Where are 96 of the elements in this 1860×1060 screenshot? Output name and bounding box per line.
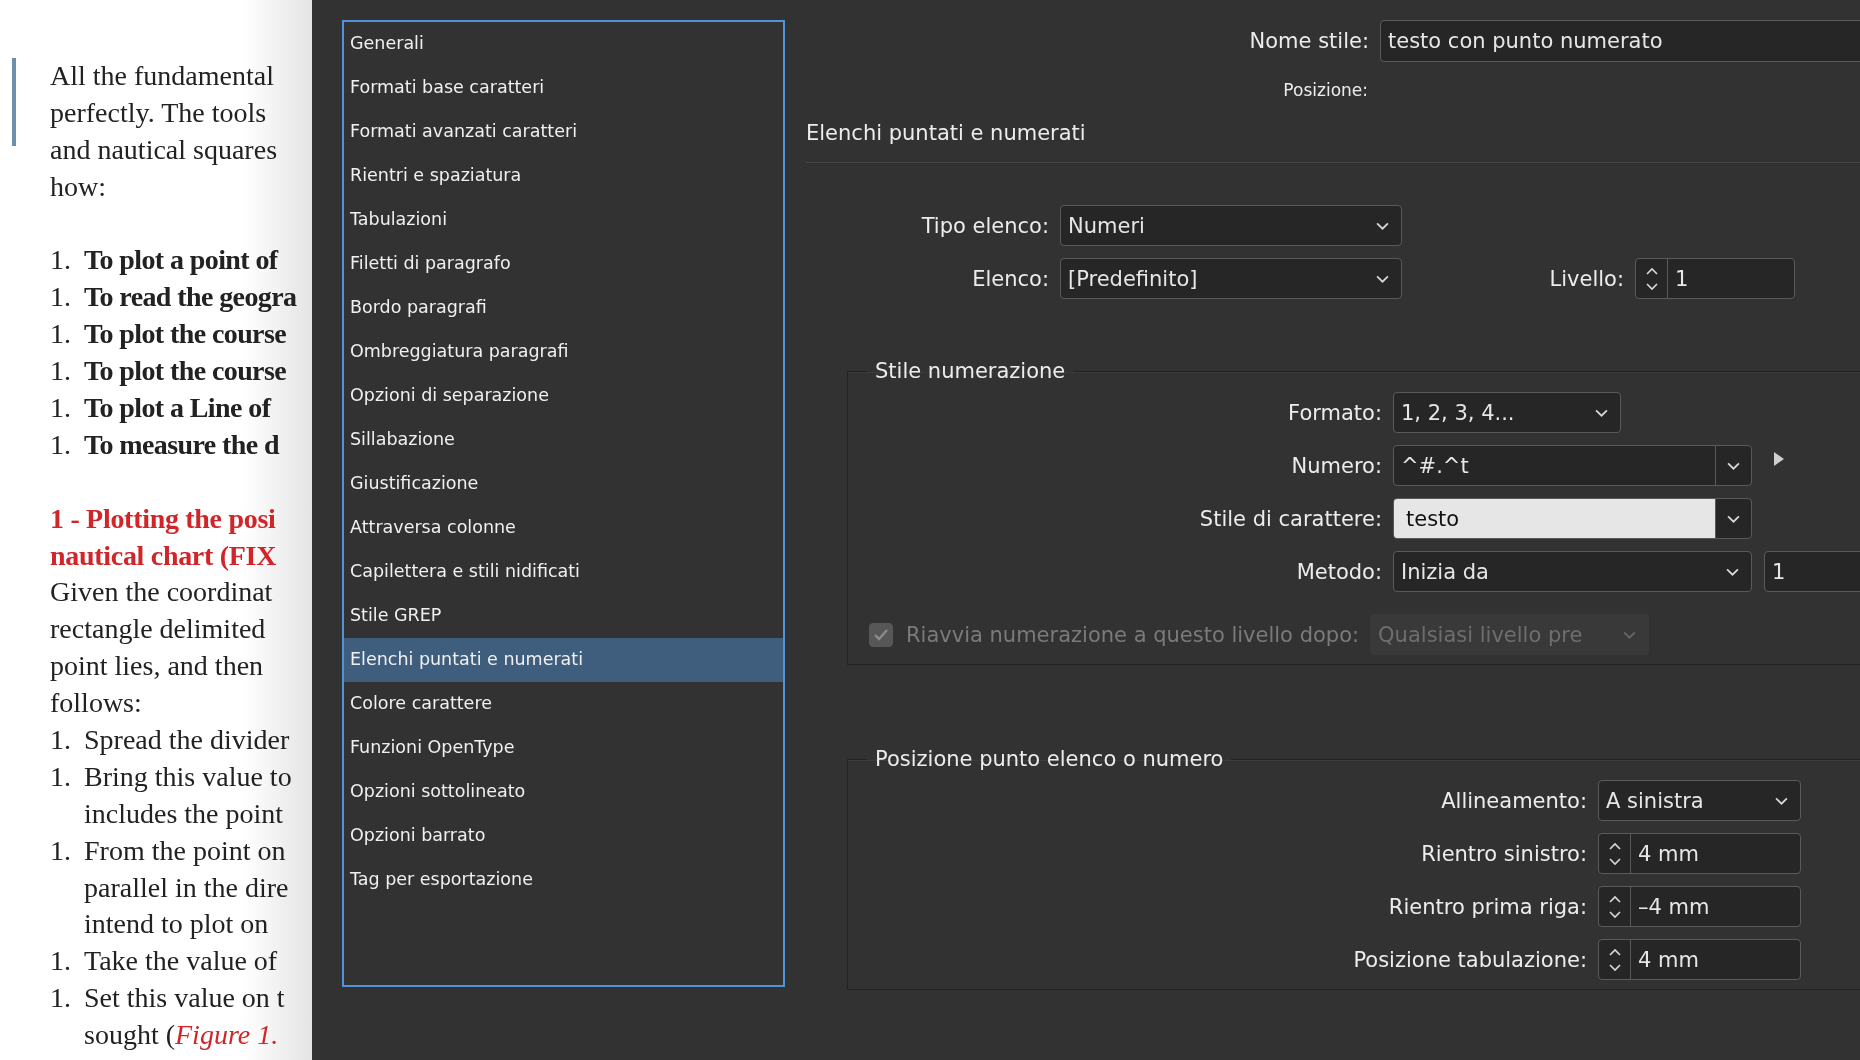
group-title: Posizione punto elenco o numero (874, 746, 1225, 773)
category-item[interactable]: Formati avanzati caratteri (344, 110, 783, 154)
list-number: 1. (50, 280, 72, 315)
body-text-line: and nautical squares (50, 132, 279, 167)
list-item-line: includes the point (84, 796, 285, 831)
list-item-line: To plot the course (84, 354, 288, 389)
body-text-line: how: (50, 169, 107, 204)
list-number: 1. (50, 723, 72, 758)
list-item-line: From the point on (84, 833, 287, 868)
chevron-down-icon (1623, 630, 1637, 639)
body-text-line: rectangle delimited (50, 612, 267, 647)
category-item[interactable]: Elenchi puntati e numerati (344, 638, 783, 682)
field-label: Numero: (1290, 453, 1383, 478)
category-item[interactable]: Generali (344, 22, 783, 66)
list-item-line: Bring this value to (84, 759, 293, 794)
list-item-line: To measure the d (84, 427, 281, 462)
style-name-field[interactable]: testo con punto numerato (1380, 20, 1860, 62)
field-label: Tipo elenco: (920, 213, 1050, 238)
list-item-line: Take the value of (84, 944, 279, 979)
chevron-down-icon (1727, 461, 1740, 470)
field-label: Nome stile: (1248, 29, 1370, 53)
category-item[interactable]: Attraversa colonne (344, 506, 783, 550)
category-item[interactable]: Formati base caratteri (344, 66, 783, 110)
field-label: Livello: (1548, 266, 1625, 291)
checkmark-icon (874, 628, 888, 641)
number-stepper-field[interactable]: 4 mm (1598, 833, 1801, 874)
category-item[interactable]: Rientri e spaziatura (344, 154, 783, 198)
body-text-line: Given the coordinat (50, 575, 274, 610)
category-item[interactable]: Capilettera e stili nidificati (344, 550, 783, 594)
category-item[interactable]: Tabulazioni (344, 198, 783, 242)
list-number: 1. (50, 759, 72, 794)
category-item[interactable]: Opzioni barrato (344, 814, 783, 858)
combo-box[interactable]: ^#.^t (1393, 445, 1752, 486)
dropdown[interactable]: Inizia da (1393, 551, 1752, 592)
category-item[interactable]: Filetti di paragrafo (344, 242, 783, 286)
body-text-line: point lies, and then (50, 649, 265, 684)
list-item-line: To plot a point of (84, 243, 280, 278)
list-number: 1. (50, 427, 72, 462)
category-item[interactable]: Tag per esportazione (344, 858, 783, 902)
section-title: Elenchi puntati e numerati (806, 118, 1860, 163)
dropdown[interactable]: Numeri (1060, 205, 1402, 246)
dropdown[interactable]: [Predefinito] (1060, 258, 1402, 299)
field-label: Stile di carattere: (1198, 506, 1383, 531)
list-number: 1. (50, 317, 72, 352)
chevron-down-icon (1595, 408, 1608, 417)
chevron-down-icon (1726, 567, 1739, 576)
list-item-line: sought (Figure 1. (84, 1018, 280, 1053)
section-heading-line: nautical chart (FIX (50, 538, 278, 573)
category-item[interactable]: Sillabazione (344, 418, 783, 462)
category-item[interactable]: Ombreggiatura paragrafi (344, 330, 783, 374)
checkbox-label: Riavvia numerazione a questo livello dopo: (906, 622, 1360, 647)
number-stepper-field[interactable]: 4 mm (1598, 939, 1801, 980)
chevron-down-icon (1376, 221, 1389, 230)
list-number: 1. (50, 391, 72, 425)
chevron-down-icon (1775, 796, 1788, 805)
section-heading-line: 1 - Plotting the posi (50, 501, 277, 536)
number-stepper-field[interactable]: 1 (1635, 258, 1795, 299)
category-item[interactable]: Giustificazione (344, 462, 783, 506)
list-item-line: parallel in the dire (84, 870, 290, 905)
dropdown[interactable]: A sinistra (1598, 780, 1801, 821)
number-stepper-field[interactable]: –4 mm (1598, 886, 1801, 927)
category-item[interactable]: Opzioni sottolineato (344, 770, 783, 814)
dropdown[interactable]: 1, 2, 3, 4... (1393, 392, 1621, 433)
group-title: Stile numerazione (874, 358, 1067, 385)
list-number: 1. (50, 243, 72, 278)
field-label: Rientro sinistro: (1420, 841, 1588, 866)
body-text-line: follows: (50, 686, 143, 721)
combo-box[interactable]: testo (1393, 498, 1752, 539)
category-item[interactable]: Colore carattere (344, 682, 783, 726)
list-item-line: To plot a Line of (84, 391, 273, 425)
category-item[interactable]: Stile GREP (344, 594, 783, 638)
field-label: Posizione: (1282, 80, 1369, 100)
list-item-line: Spread the divider (84, 723, 291, 758)
list-number: 1. (50, 354, 72, 389)
field-label: Posizione tabulazione: (1352, 947, 1588, 972)
list-item-line: intend to plot on (84, 907, 270, 942)
field-label: Formato: (1287, 400, 1383, 425)
list-item-line: To plot the course (84, 317, 288, 352)
number-field[interactable]: 1 (1764, 551, 1860, 592)
list-number: 1. (50, 981, 72, 1016)
field-label: Elenco: (971, 266, 1050, 291)
flyout-arrow-icon[interactable] (1774, 451, 1784, 466)
body-text-line: perfectly. The tools (50, 95, 268, 130)
list-number: 1. (50, 944, 72, 979)
list-number: 1. (50, 833, 72, 868)
field-label: Allineamento: (1440, 788, 1588, 813)
chevron-down-icon (1376, 274, 1389, 283)
category-item[interactable]: Bordo paragrafi (344, 286, 783, 330)
category-item[interactable]: Opzioni di separazione (344, 374, 783, 418)
field-label: Rientro prima riga: (1387, 894, 1588, 919)
body-text-line: All the fundamental (50, 59, 275, 93)
field-label: Metodo: (1295, 559, 1383, 584)
chevron-down-icon (1727, 514, 1740, 523)
list-item-line: Set this value on t (84, 981, 286, 1016)
category-item[interactable]: Funzioni OpenType (344, 726, 783, 770)
list-item-line: To read the geogra (84, 280, 298, 315)
